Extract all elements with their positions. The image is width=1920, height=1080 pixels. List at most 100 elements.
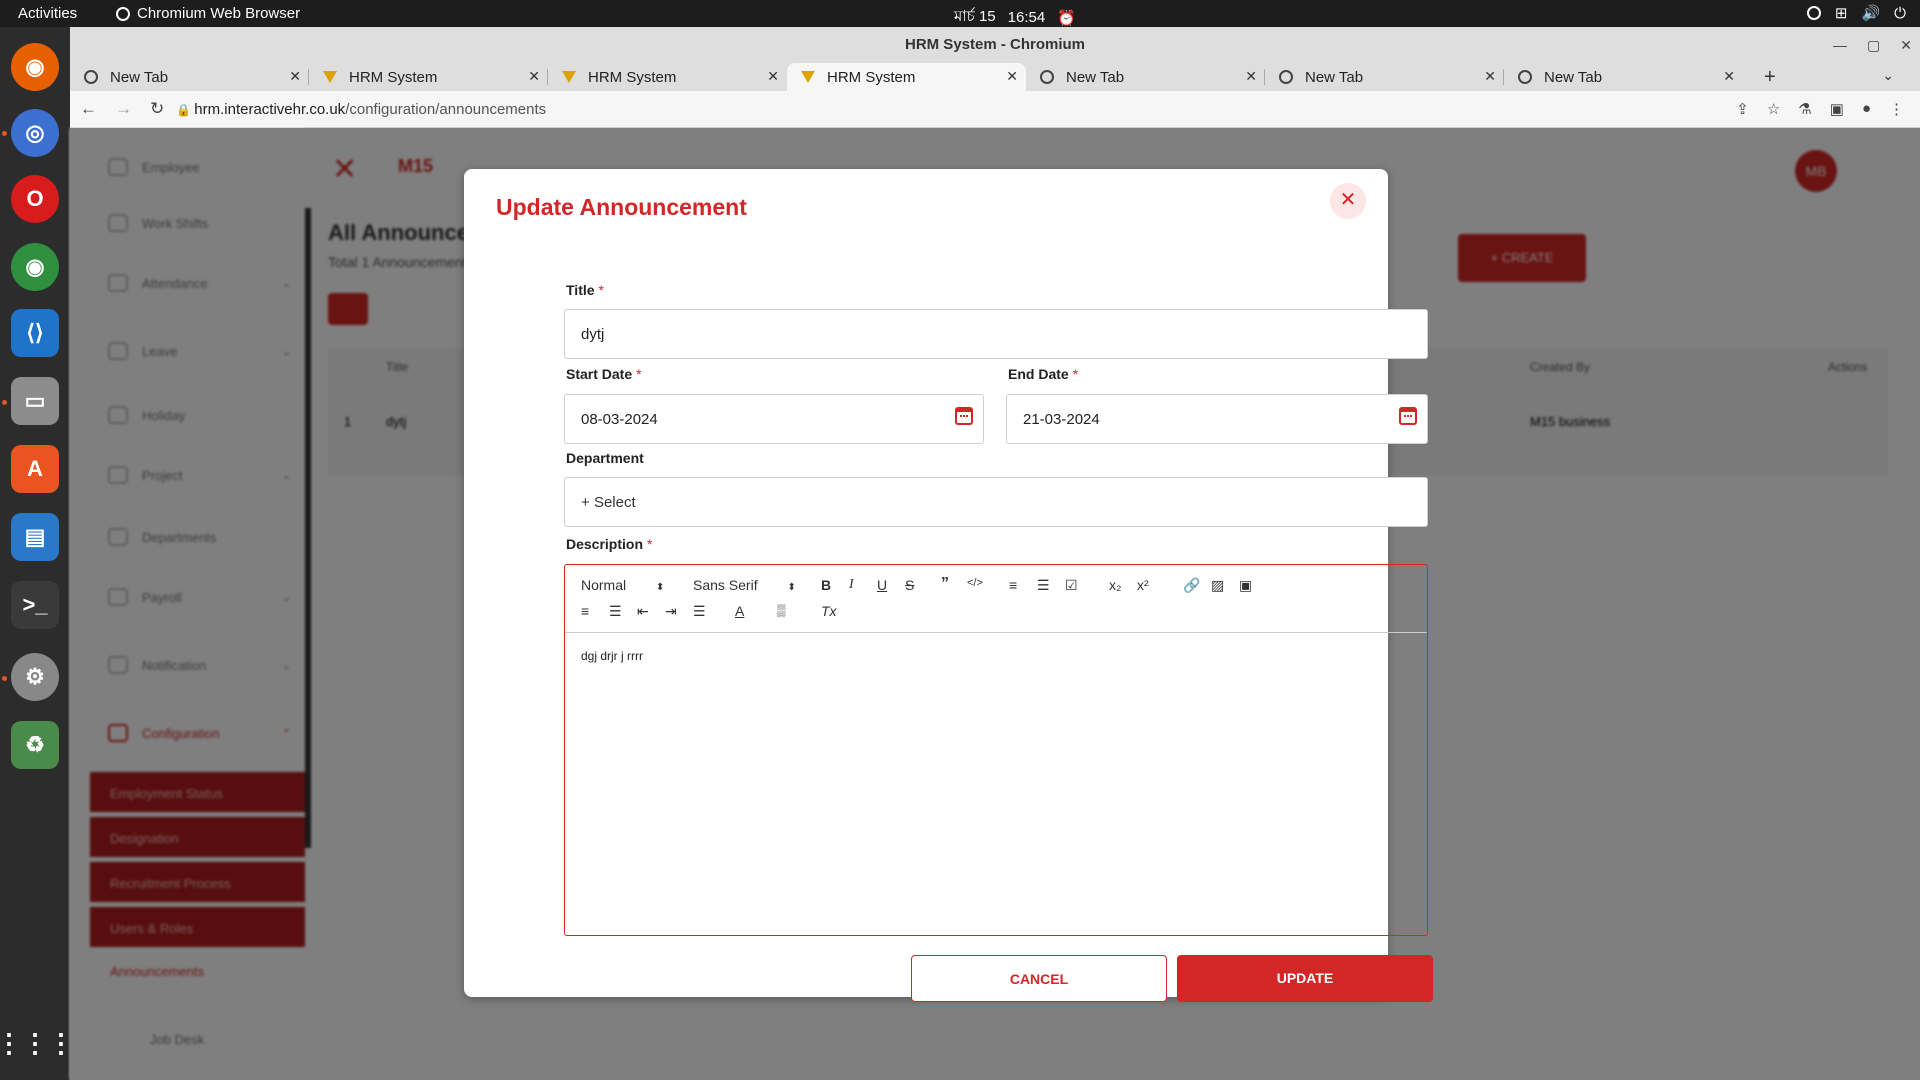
end-date-input[interactable]: 21-03-2024: [1006, 394, 1428, 444]
minimize-icon[interactable]: —: [1833, 27, 1847, 63]
tab-label: New Tab: [1066, 68, 1125, 86]
dialog-form: Title * dytj Start Date * 08-03-2024 End D…: [534, 169, 1458, 1002]
subscript-icon[interactable]: x₂: [1109, 577, 1121, 593]
image-icon[interactable]: ▨: [1211, 577, 1224, 594]
tab-label: HRM System: [827, 68, 916, 86]
blockquote-icon[interactable]: ”: [941, 575, 949, 593]
link-icon[interactable]: 🔗: [1183, 577, 1200, 594]
heading-select[interactable]: Normal ⬍: [581, 577, 664, 593]
ordered-list-icon[interactable]: ≡: [1009, 577, 1017, 593]
title-input[interactable]: dytj: [564, 309, 1428, 359]
tab-strip: New Tab ✕ HRM System ✕ HRM System ✕ HRM Sys…: [70, 63, 1920, 91]
share-icon[interactable]: ⇪: [1736, 100, 1749, 118]
extensions-icon[interactable]: ⚗: [1798, 100, 1811, 118]
title-label: Title *: [566, 282, 604, 298]
align-icon[interactable]: ☰: [693, 603, 706, 620]
files-icon[interactable]: ▭: [11, 377, 59, 425]
tab-hrm-2[interactable]: HRM System ✕: [548, 63, 787, 91]
window-title: HRM System - Chromium: [904, 36, 1086, 53]
hrm-icon: [562, 71, 576, 83]
tab-label: HRM System: [349, 68, 438, 86]
tab-close-icon[interactable]: ✕: [528, 68, 540, 85]
activities-button[interactable]: Activities: [18, 5, 77, 22]
outdent-icon[interactable]: ⇤: [637, 603, 649, 620]
tab-new-tab-3[interactable]: New Tab ✕: [1265, 63, 1504, 91]
trash-icon[interactable]: ♻: [11, 721, 59, 769]
new-tab-plus-icon[interactable]: +: [1764, 66, 1776, 89]
hrm-icon: [323, 71, 337, 83]
tab-new-tab-4[interactable]: New Tab ✕: [1504, 63, 1743, 91]
firefox-icon[interactable]: ◉: [11, 43, 59, 91]
terminal-icon[interactable]: >_: [11, 581, 59, 629]
bold-icon[interactable]: B: [821, 577, 831, 593]
underline-icon[interactable]: U: [877, 577, 887, 593]
tab-new-tab-2[interactable]: New Tab ✕: [1026, 63, 1265, 91]
chrome-icon: [1040, 70, 1054, 84]
department-label: Department: [566, 450, 644, 466]
chromium-icon[interactable]: ◎: [11, 109, 59, 157]
tab-hrm-1[interactable]: HRM System ✕: [309, 63, 548, 91]
calendar-icon[interactable]: [1399, 407, 1417, 425]
software-icon[interactable]: A: [11, 445, 59, 493]
superscript-icon[interactable]: x²: [1137, 577, 1149, 593]
bullet-list-icon[interactable]: ☰: [1037, 577, 1050, 594]
chrome-icon: [84, 70, 98, 84]
font-select[interactable]: Sans Serif ⬍: [693, 577, 796, 593]
url-field[interactable]: 🔒 hrm.interactivehr.co.uk/configuration/…: [176, 101, 546, 118]
system-tray[interactable]: ⊞ 🔊 ⏻: [1806, 4, 1906, 22]
update-button[interactable]: UPDATE: [1177, 955, 1433, 1002]
network-icon: ⊞: [1834, 5, 1848, 22]
os-top-bar: Activities Chromium Web Browser মার্চ 15…: [0, 0, 1920, 27]
tab-hrm-active[interactable]: HRM System ✕: [787, 63, 1026, 91]
text-color-icon[interactable]: A: [735, 603, 744, 619]
maximize-icon[interactable]: ▢: [1867, 27, 1880, 63]
tab-new-tab-1[interactable]: New Tab ✕: [70, 63, 309, 91]
strike-icon[interactable]: S: [905, 577, 914, 593]
vscode-icon[interactable]: ⟨⟩: [11, 309, 59, 357]
hrm-icon: [801, 71, 815, 83]
department-select[interactable]: + Select: [564, 477, 1428, 527]
tab-close-icon[interactable]: ✕: [1484, 68, 1496, 85]
calendar-icon[interactable]: [955, 407, 973, 425]
video-icon[interactable]: ▣: [1239, 577, 1252, 594]
ordered-list-2-icon[interactable]: ≡: [581, 603, 589, 619]
writer-icon[interactable]: ▤: [11, 513, 59, 561]
apps-grid-icon[interactable]: ⋮⋮⋮: [0, 1019, 74, 1067]
code-icon[interactable]: </>: [967, 577, 983, 589]
settings-icon[interactable]: ⚙: [11, 653, 59, 701]
start-date-input[interactable]: 08-03-2024: [564, 394, 984, 444]
volume-icon: 🔊: [1861, 5, 1881, 22]
profile-icon[interactable]: ●: [1862, 100, 1871, 118]
opera-icon[interactable]: O: [11, 175, 59, 223]
plus-icon: +: [581, 494, 594, 511]
alarm-icon: ⏰: [1057, 9, 1076, 27]
check-list-icon[interactable]: ☑: [1065, 577, 1078, 594]
tab-close-icon[interactable]: ✕: [1723, 68, 1735, 85]
forward-icon[interactable]: →: [115, 99, 132, 119]
tab-close-icon[interactable]: ✕: [1006, 68, 1018, 85]
editor-toolbar: Normal ⬍ Sans Serif ⬍ B I U S ” </> ≡ ☰ …: [565, 565, 1427, 633]
editor-content[interactable]: dgj drjr j rrrr: [581, 649, 643, 663]
app-menu[interactable]: Chromium Web Browser: [116, 5, 300, 22]
menu-icon[interactable]: ⋮: [1889, 100, 1904, 118]
indent-icon[interactable]: ⇥: [665, 603, 677, 620]
cancel-button[interactable]: CANCEL: [911, 955, 1167, 1002]
back-icon[interactable]: ←: [80, 99, 97, 119]
tab-close-icon[interactable]: ✕: [289, 68, 301, 85]
tab-label: New Tab: [110, 68, 169, 86]
tab-list-chevron-icon[interactable]: ⌄: [1882, 67, 1894, 84]
tab-close-icon[interactable]: ✕: [1245, 68, 1257, 85]
power-icon: ⏻: [1894, 4, 1906, 22]
background-color-icon[interactable]: ▒: [777, 603, 786, 617]
reload-icon[interactable]: ↻: [150, 99, 164, 119]
bullet-list-2-icon[interactable]: ☰: [609, 603, 622, 620]
bookmark-star-icon[interactable]: ☆: [1767, 100, 1780, 118]
time: 16:54: [1007, 9, 1046, 26]
side-panel-icon[interactable]: ▣: [1830, 100, 1844, 118]
chrome-icon[interactable]: ◉: [11, 243, 59, 291]
tab-label: New Tab: [1305, 68, 1364, 86]
close-window-icon[interactable]: ✕: [1900, 27, 1912, 63]
italic-icon[interactable]: I: [849, 577, 854, 593]
tab-close-icon[interactable]: ✕: [767, 68, 779, 85]
clear-format-icon[interactable]: Tx: [821, 603, 837, 619]
